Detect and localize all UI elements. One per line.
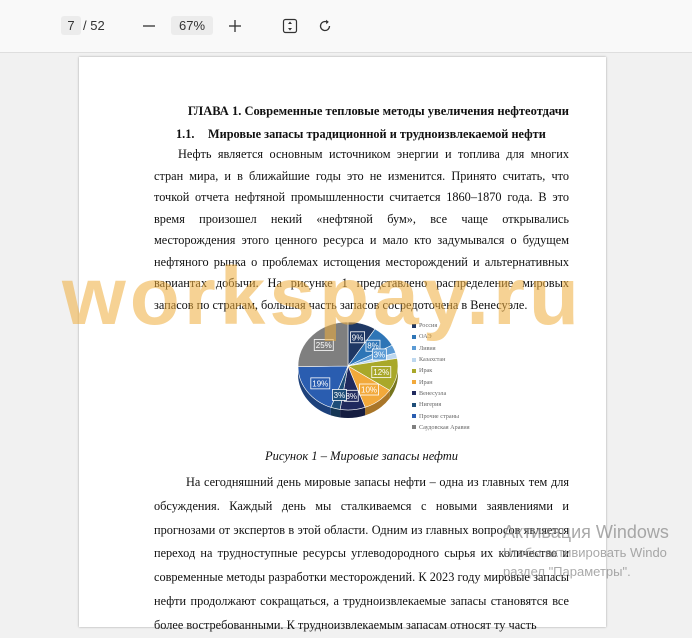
section-number: 1.1. xyxy=(176,127,195,141)
legend-item: ОАЭ xyxy=(412,331,470,342)
pie-data-label: 10% xyxy=(359,383,379,396)
svg-text:19%: 19% xyxy=(312,379,328,388)
page-total: / 52 xyxy=(83,18,105,33)
rotate-button[interactable] xyxy=(313,14,337,38)
pie-data-label: 9% xyxy=(350,331,365,344)
section-title: Мировые запасы традиционной и трудноизвл… xyxy=(208,127,546,141)
fit-page-button[interactable] xyxy=(278,14,302,38)
section-heading: 1.1. Мировые запасы традиционной и трудно… xyxy=(154,124,569,144)
legend-label: Ливия xyxy=(419,344,436,352)
chapter-title: ГЛАВА 1. Современные тепловые методы уве… xyxy=(187,104,569,118)
activation-text: раздел "Параметры". xyxy=(503,564,631,579)
legend-item: Ирак xyxy=(412,365,470,376)
svg-text:8%: 8% xyxy=(345,392,357,401)
windows-activation-notice: Активация Windows Чтобы активировать Win… xyxy=(503,521,669,581)
legend-item: Иран xyxy=(412,376,470,387)
pie-data-label: 3% xyxy=(332,389,347,401)
legend-item: Саудовская Аравия xyxy=(412,422,470,433)
legend-label: Иран xyxy=(419,378,433,386)
minus-icon xyxy=(143,25,155,27)
pie-data-label: 12% xyxy=(371,366,392,379)
legend-label: Саудовская Аравия xyxy=(419,423,470,431)
legend-label: Прочие страны xyxy=(419,412,460,420)
zoom-in-button[interactable] xyxy=(223,14,247,38)
figure-caption: Рисунок 1 – Мировые запасы нефти xyxy=(265,449,458,463)
legend-swatch xyxy=(412,414,416,419)
legend-swatch xyxy=(412,402,416,407)
legend-item: Ливия xyxy=(412,343,470,354)
pie-data-label: 3% xyxy=(371,348,387,361)
rotate-icon xyxy=(319,19,331,32)
legend-swatch xyxy=(412,368,416,373)
legend-label: Нигерия xyxy=(419,401,442,409)
svg-text:9%: 9% xyxy=(352,333,364,342)
legend-item: Венесуэла xyxy=(412,388,470,399)
legend-swatch xyxy=(412,391,416,396)
fit-page-icon xyxy=(282,18,298,34)
activation-text: Чтобы активировать Windo xyxy=(503,545,667,560)
pdf-toolbar: 7 / 52 67% xyxy=(0,0,692,53)
legend-label: Казахстан xyxy=(419,356,446,364)
svg-text:12%: 12% xyxy=(373,368,389,377)
svg-text:3%: 3% xyxy=(334,391,346,400)
legend-swatch xyxy=(412,346,416,351)
svg-text:3%: 3% xyxy=(374,350,386,359)
legend-swatch xyxy=(412,380,416,385)
plus-icon xyxy=(229,20,241,32)
legend-item: Прочие страны xyxy=(412,410,470,421)
chart-legend: Россия ОАЭ Ливия Казахстан Ирак Иран Венесуэла… xyxy=(412,320,470,433)
pie-data-label: 19% xyxy=(310,377,331,390)
legend-label: Ирак xyxy=(419,367,433,375)
svg-text:10%: 10% xyxy=(361,386,377,395)
legend-swatch xyxy=(412,425,416,430)
legend-label: Россия xyxy=(419,322,438,330)
page-number-input[interactable]: 7 xyxy=(61,16,81,35)
zoom-out-button[interactable] xyxy=(137,14,161,38)
legend-swatch xyxy=(412,334,416,339)
zoom-level[interactable]: 67% xyxy=(171,16,213,35)
legend-label: Венесуэла xyxy=(419,389,447,397)
legend-label: ОАЭ xyxy=(419,333,432,341)
paragraph: Нефть является основным источником энерг… xyxy=(154,147,569,312)
legend-item: Россия xyxy=(412,320,470,331)
svg-text:25%: 25% xyxy=(316,341,332,350)
activation-title: Активация Windows xyxy=(503,522,669,542)
pie-chart: 9%8%3%12%10%8%3%19%25% xyxy=(297,321,399,418)
legend-swatch xyxy=(412,323,416,328)
legend-swatch xyxy=(412,357,416,362)
legend-item: Нигерия xyxy=(412,399,470,410)
figure-1: 9% 8% 3% 12% 10% 8% 3% 19% 25% Россия ОАЭ Ливия Каз… xyxy=(154,316,569,444)
pie-data-label: 25% xyxy=(313,339,334,351)
legend-item: Казахстан xyxy=(412,354,470,365)
